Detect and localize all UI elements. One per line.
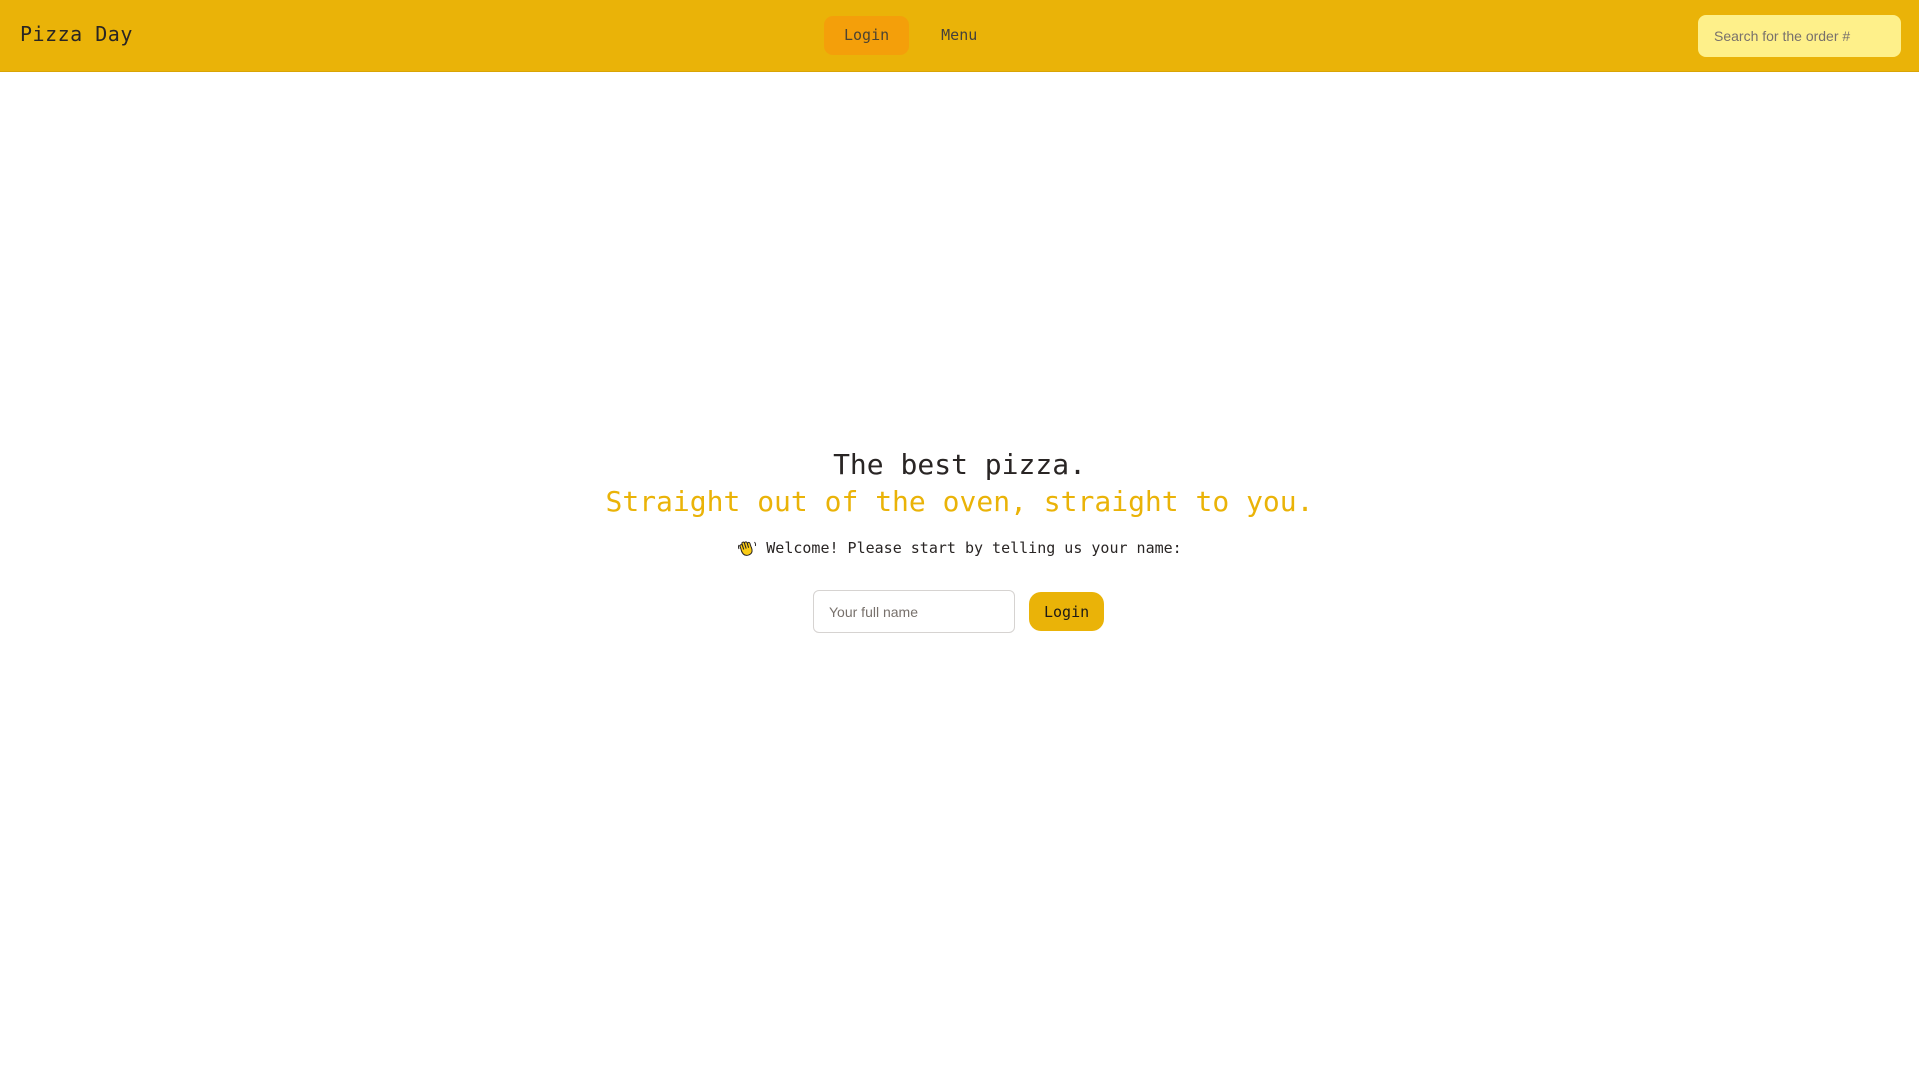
login-form: Login <box>813 590 1105 633</box>
main-nav: Login Menu <box>824 16 997 55</box>
brand-logo-link[interactable]: Pizza Day <box>20 22 133 46</box>
nav-menu-link[interactable]: Menu <box>921 16 997 55</box>
hero-heading: The best pizza. Straight out of the oven… <box>0 446 1919 520</box>
welcome-message: Welcome! Please start by telling us your… <box>737 538 1182 558</box>
welcome-text: Welcome! Please start by telling us your… <box>766 539 1182 557</box>
top-header: Pizza Day Login Menu <box>0 0 1919 72</box>
login-button[interactable]: Login <box>1029 592 1105 631</box>
waving-hand-icon <box>738 541 757 556</box>
hero-title: The best pizza. <box>833 448 1086 481</box>
order-search-input[interactable] <box>1698 15 1901 57</box>
full-name-input[interactable] <box>813 590 1015 633</box>
hero-section: The best pizza. Straight out of the oven… <box>0 446 1919 563</box>
hero-subtitle: Straight out of the oven, straight to yo… <box>605 485 1314 518</box>
nav-login-link[interactable]: Login <box>824 16 910 55</box>
